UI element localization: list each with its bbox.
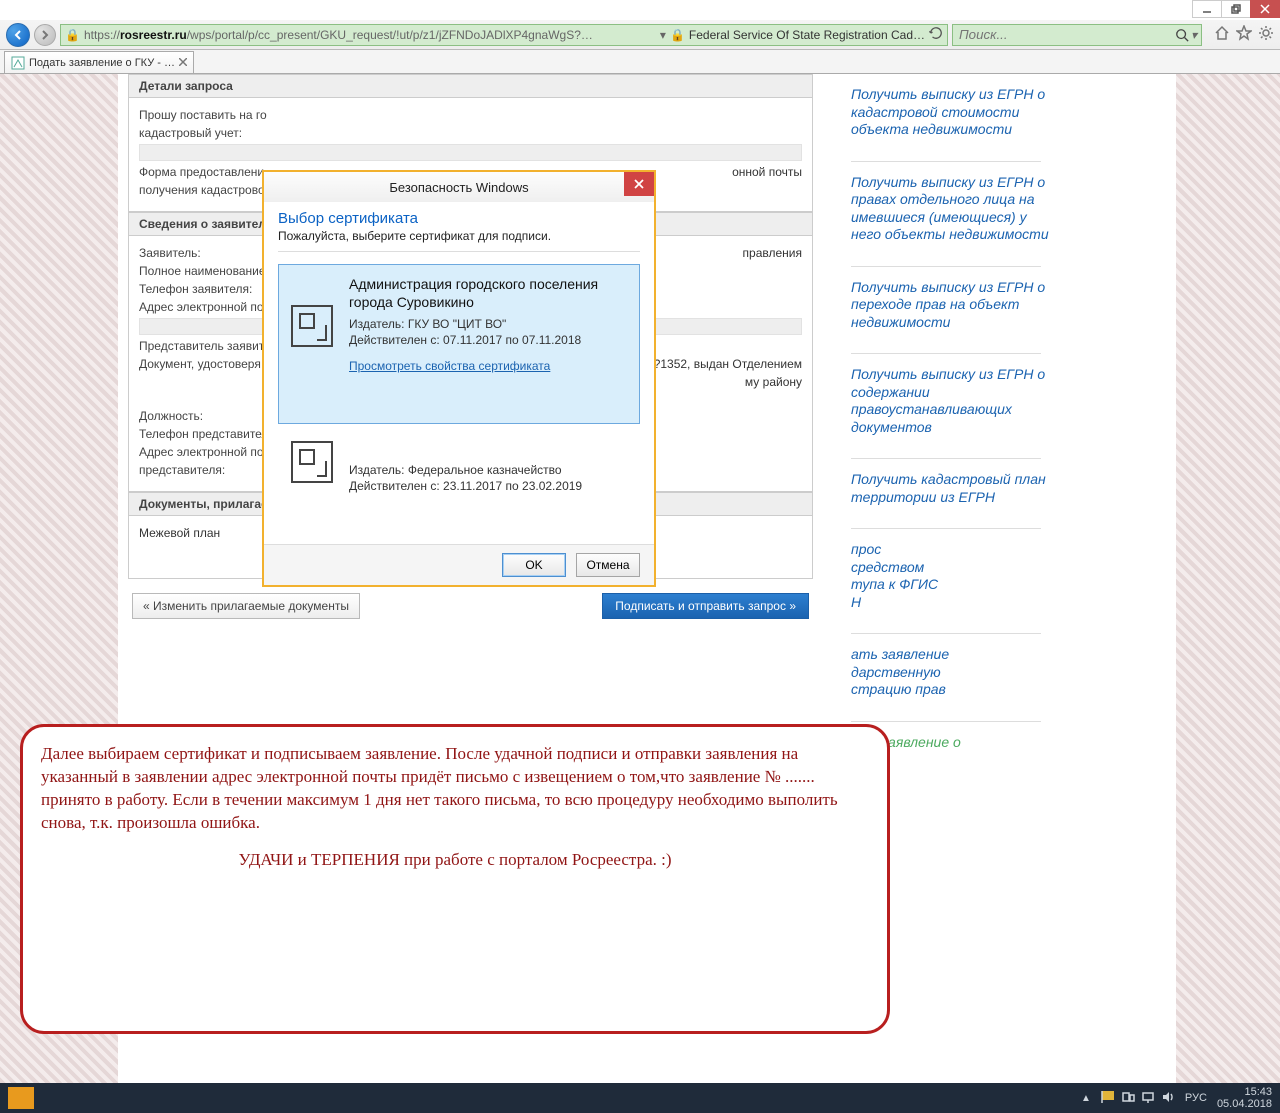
nav-back-button[interactable] <box>6 23 30 47</box>
tools-icon[interactable] <box>1258 25 1274 44</box>
tray-chevron-up-icon[interactable]: ▲ <box>1081 1093 1091 1104</box>
form-label: кадастровый учет: <box>139 126 242 140</box>
sidebar-link[interactable]: Получить выписку из ЕГРН о содержании пр… <box>851 366 1051 436</box>
form-label: Заявитель: <box>139 246 201 260</box>
window-close-button[interactable] <box>1250 0 1280 18</box>
form-value: ?1352, выдан Отделением <box>654 357 802 371</box>
tray-network-icon[interactable] <box>1141 1090 1155 1107</box>
dialog-title: Безопасность Windows <box>264 172 654 202</box>
annotation-closing: УДАЧИ и ТЕРПЕНИЯ при работе с порталом Р… <box>41 849 869 872</box>
back-button[interactable]: « Изменить прилагаемые документы <box>132 593 360 619</box>
tray-device-icon[interactable] <box>1121 1090 1135 1107</box>
refresh-icon[interactable] <box>929 26 943 43</box>
search-icon[interactable] <box>1173 28 1191 42</box>
search-dropdown-icon[interactable]: ▾ <box>1191 28 1197 42</box>
tray-clock[interactable]: 15:43 05.04.2018 <box>1217 1086 1272 1110</box>
certificate-properties-link[interactable]: Просмотреть свойства сертификата <box>349 359 550 375</box>
form-value: правления <box>743 246 802 260</box>
search-input[interactable] <box>957 26 1173 43</box>
form-actions: « Изменить прилагаемые документы Подписа… <box>118 579 823 633</box>
submit-button[interactable]: Подписать и отправить запрос » <box>602 593 809 619</box>
dialog-subtext: Пожалуйста, выберите сертификат для подп… <box>278 229 640 252</box>
window-restore-button[interactable] <box>1221 0 1251 18</box>
tab-strip: Подать заявление о ГКУ - … <box>0 50 1280 74</box>
tab-close-icon[interactable] <box>179 57 187 69</box>
tray-flag-icon[interactable] <box>1101 1090 1115 1107</box>
form-label: Форма предоставлени <box>139 165 264 179</box>
form-value: онной почты <box>732 165 802 179</box>
form-label: получения кадастрово <box>139 183 265 197</box>
input-field[interactable] <box>139 144 802 161</box>
site-identity[interactable]: Federal Service Of State Registration Ca… <box>689 28 925 42</box>
taskbar[interactable]: ▲ РУС 15:43 05.04.2018 <box>0 1083 1280 1113</box>
lock-icon-2: 🔒 <box>670 28 685 42</box>
dialog-close-button[interactable] <box>624 172 654 196</box>
certificate-validity: Действителен с: 07.11.2017 по 07.11.2018 <box>349 333 627 347</box>
certificate-validity: Действителен с: 23.11.2017 по 23.02.2019 <box>349 479 627 493</box>
tab-title: Подать заявление о ГКУ - … <box>29 57 175 69</box>
browser-menu-icons <box>1206 25 1274 44</box>
section-header: Детали запроса <box>129 75 812 98</box>
browser-toolbar: 🔒 https://rosreestr.ru/wps/portal/p/cc_p… <box>0 20 1280 50</box>
certificate-icon <box>291 441 333 483</box>
dialog-heading: Выбор сертификата <box>278 210 640 227</box>
sidebar-link-partial[interactable]: ать заявлениедарственнуюстрацию прав <box>851 646 1051 699</box>
favorites-icon[interactable] <box>1236 25 1252 44</box>
form-label: Документ, удостоверя <box>139 357 261 371</box>
tray-language[interactable]: РУС <box>1185 1092 1207 1104</box>
window-titlebar <box>0 0 1280 20</box>
home-icon[interactable] <box>1214 25 1230 44</box>
certificate-issuer: Издатель: Федеральное казначейство <box>349 463 627 477</box>
taskbar-app-icon[interactable] <box>8 1087 34 1109</box>
system-tray: ▲ РУС 15:43 05.04.2018 <box>1081 1086 1272 1110</box>
tab-favicon <box>11 56 25 70</box>
dialog-actions: OK Отмена <box>264 544 654 585</box>
sidebar-link[interactable]: Получить кадастровый план территории из … <box>851 471 1051 506</box>
certificate-item[interactable]: Издатель: Федеральное казначейство Дейст… <box>278 434 640 524</box>
sidebar-link[interactable]: Получить выписку из ЕГРН о переходе прав… <box>851 279 1051 332</box>
annotation-callout: Далее выбираем сертификат и подписываем … <box>20 724 890 1034</box>
form-label: Прошу поставить на го <box>139 108 267 122</box>
cancel-button[interactable]: Отмена <box>576 553 640 577</box>
certificate-issuer: Издатель: ГКУ ВО "ЦИТ ВО" <box>349 317 627 331</box>
sidebar: Получить выписку из ЕГРН о кадастровой с… <box>823 74 1173 773</box>
nav-forward-button[interactable] <box>34 24 56 46</box>
dropdown-icon[interactable]: ▾ <box>660 28 666 42</box>
browser-tab[interactable]: Подать заявление о ГКУ - … <box>4 51 194 73</box>
certificate-title: Администрация городского поселения город… <box>349 275 627 311</box>
search-box[interactable]: ▾ <box>952 24 1202 46</box>
certificate-icon <box>291 305 333 347</box>
sidebar-link-partial[interactable]: проссредствомтупа к ФГИСН <box>851 541 1051 611</box>
certificate-item-selected[interactable]: Администрация городского поселения город… <box>278 264 640 424</box>
annotation-text: Далее выбираем сертификат и подписываем … <box>41 743 869 835</box>
ok-button[interactable]: OK <box>502 553 566 577</box>
url-text: https://rosreestr.ru/wps/portal/p/cc_pre… <box>84 28 656 42</box>
window-minimize-button[interactable] <box>1192 0 1222 18</box>
sidebar-link[interactable]: Получить выписку из ЕГРН о кадастровой с… <box>851 86 1051 139</box>
tray-volume-icon[interactable] <box>1161 1090 1175 1107</box>
sidebar-link[interactable]: Получить выписку из ЕГРН о правах отдель… <box>851 174 1051 244</box>
lock-icon: 🔒 <box>65 28 80 42</box>
address-bar[interactable]: 🔒 https://rosreestr.ru/wps/portal/p/cc_p… <box>60 24 948 46</box>
windows-security-dialog: Безопасность Windows Выбор сертификата П… <box>262 170 656 587</box>
